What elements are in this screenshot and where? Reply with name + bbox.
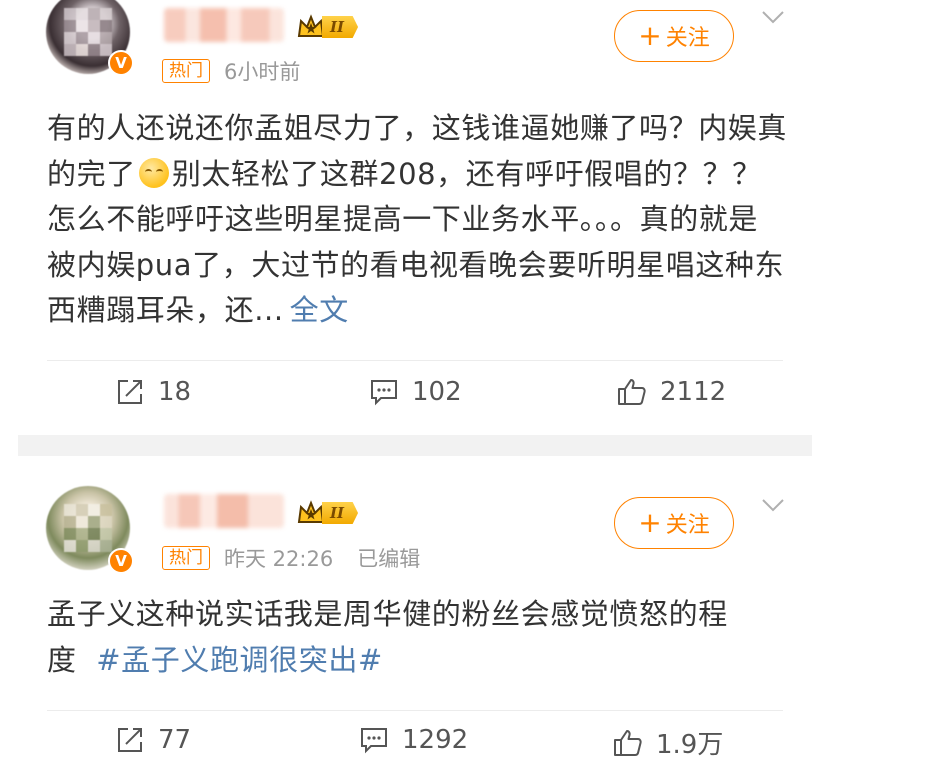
plus-icon: + <box>638 506 662 539</box>
comment-icon <box>361 728 387 754</box>
follow-button[interactable]: + 关注 <box>614 10 734 62</box>
crown-icon <box>297 14 325 37</box>
comment-button[interactable]: 1292 <box>358 724 468 756</box>
post-meta: 热门 6小时前 <box>162 56 324 86</box>
level-label: II <box>322 16 359 38</box>
divider <box>47 360 783 361</box>
plus-icon: + <box>638 19 662 52</box>
like-icon <box>618 379 646 405</box>
avatar[interactable]: V <box>46 0 138 82</box>
chevron-down-icon[interactable] <box>760 492 786 518</box>
like-button[interactable]: 2112 <box>616 376 726 408</box>
edited-label: 已编辑 <box>357 547 421 571</box>
comment-button[interactable]: 102 <box>368 376 462 408</box>
like-count: 2112 <box>660 377 727 407</box>
like-button[interactable]: 1.9万 <box>612 724 723 761</box>
weibo-post: V II 热门 昨天 22:26 已编辑 + 关注 孟子义这种说实话我是周华健的… <box>0 456 812 778</box>
level-label: II <box>322 502 359 524</box>
smile-emoji-icon <box>138 157 169 188</box>
chevron-down-icon[interactable] <box>760 4 786 30</box>
like-icon <box>614 729 642 756</box>
comment-count: 1292 <box>402 725 469 755</box>
like-count: 1.9万 <box>656 730 724 760</box>
repost-count: 77 <box>158 725 192 755</box>
post-content[interactable]: 有的人还说还你孟姐尽力了，这钱谁逼她赚了吗？内娱真的完了 别太轻松了这群208，还… <box>47 106 787 334</box>
follow-label: 关注 <box>665 513 710 538</box>
comment-icon <box>371 380 397 406</box>
topic-link[interactable]: #孟子义跑调很突出# <box>96 643 383 677</box>
crown-level-icon: II <box>296 12 370 42</box>
verified-badge-icon: V <box>108 548 134 574</box>
post-separator <box>18 435 812 456</box>
post-time: 昨天 22:26 <box>224 547 334 571</box>
post-time: 6小时前 <box>224 60 301 84</box>
divider <box>47 710 783 711</box>
hot-tag: 热门 <box>162 59 210 83</box>
repost-count: 18 <box>158 377 192 407</box>
crown-icon <box>297 500 325 523</box>
username-blurred[interactable] <box>164 8 284 42</box>
post-meta: 热门 昨天 22:26 已编辑 <box>162 543 420 573</box>
verified-badge-icon: V <box>108 50 134 76</box>
repost-button[interactable]: 18 <box>114 376 191 408</box>
weibo-post: V II 热门 6小时前 + 关注 有的人还说还你孟姐尽力了，这钱谁逼她赚了吗？… <box>0 0 812 435</box>
crown-level-icon: II <box>296 498 370 528</box>
repost-button[interactable]: 77 <box>114 724 191 756</box>
full-text-link[interactable]: 全文 <box>290 293 349 327</box>
username-blurred[interactable] <box>164 494 284 528</box>
follow-label: 关注 <box>665 26 710 51</box>
repost-icon <box>118 380 142 404</box>
repost-icon <box>118 728 142 752</box>
avatar[interactable]: V <box>46 486 138 578</box>
follow-button[interactable]: + 关注 <box>614 497 734 549</box>
comment-count: 102 <box>412 377 462 407</box>
hot-tag: 热门 <box>162 546 210 570</box>
post-content[interactable]: 孟子义这种说实话我是周华健的粉丝会感觉愤怒的程度 #孟子义跑调很突出# <box>47 592 787 683</box>
